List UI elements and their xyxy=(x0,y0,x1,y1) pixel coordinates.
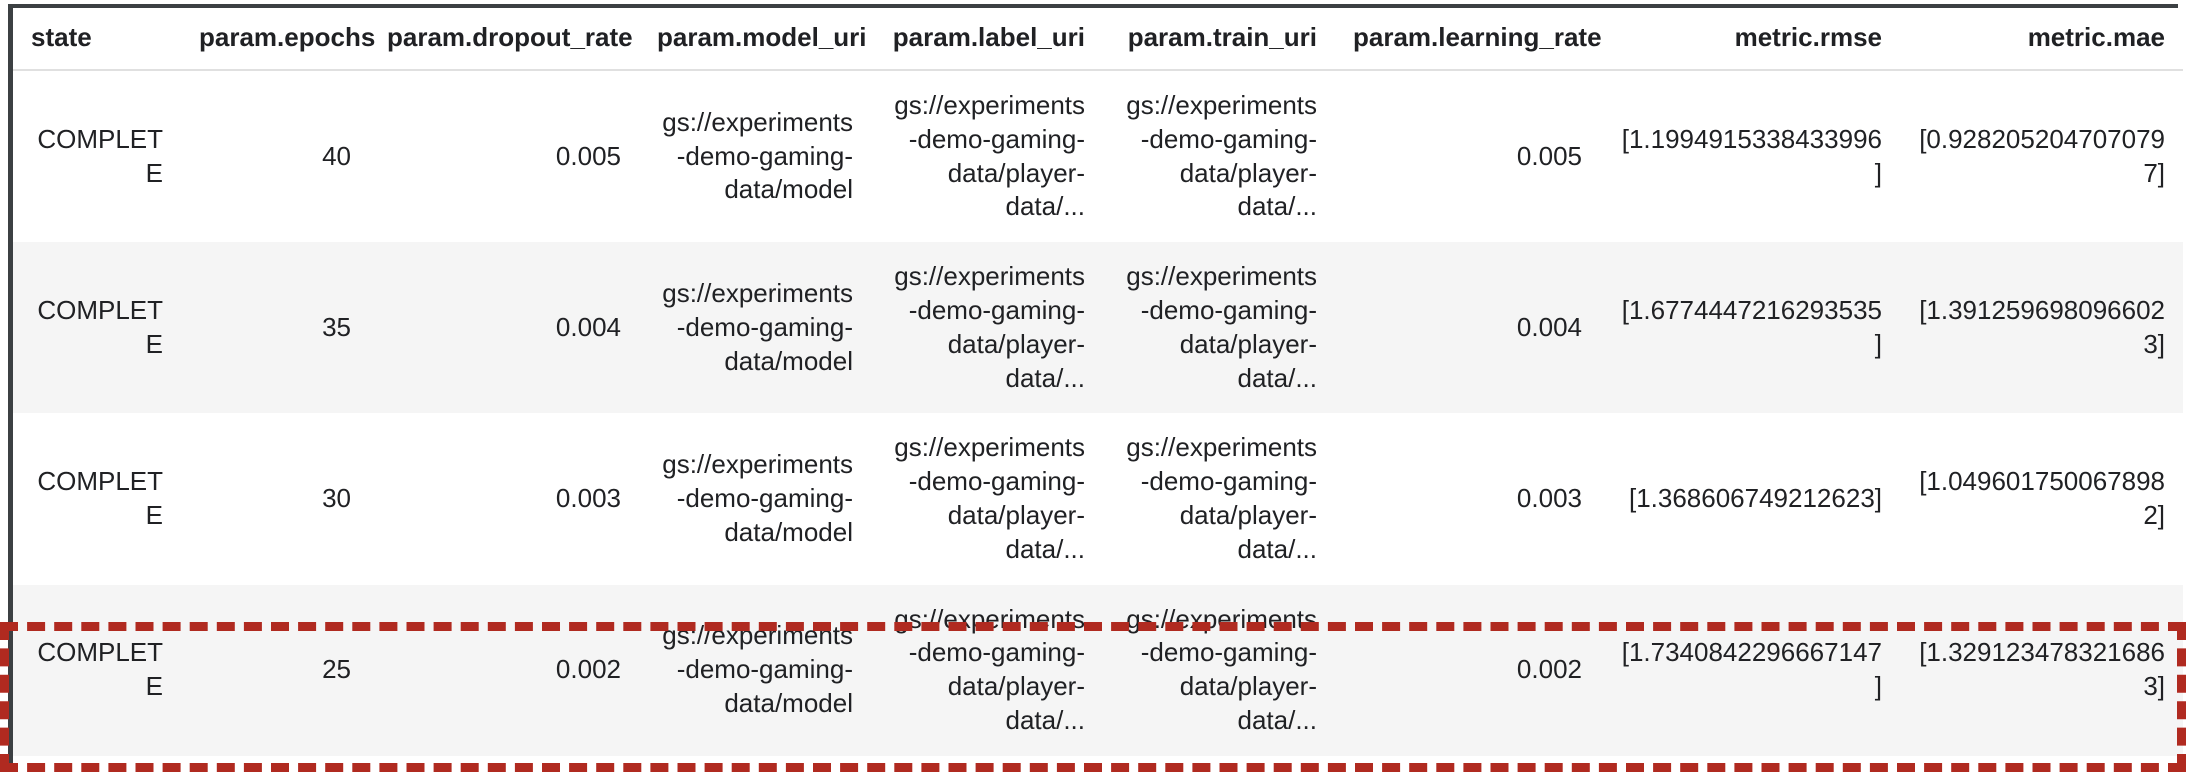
table-row[interactable]: COMPLETE 25 0.002 gs://experiments-demo-… xyxy=(13,584,2183,756)
cell-model-uri: gs://experiments-demo-gaming-data/model xyxy=(639,756,871,772)
cell-state: COMPLETE xyxy=(13,756,181,772)
cell-dropout-rate: 0.003 xyxy=(555,483,621,514)
cell-metric-rmse: [1.368606749212623] xyxy=(1628,483,1882,514)
cell-model-uri: gs://experiments-demo-gaming-data/model xyxy=(662,106,853,205)
cell-metric-mae: [1.3912596980966023] xyxy=(1919,294,2165,359)
experiment-runs-table: state param.epochs param.dropout_rate pa… xyxy=(13,8,2183,772)
cell-label-uri: gs://experiments-demo-gaming-data/player… xyxy=(894,90,1085,222)
cell-learning-rate: 0.001 xyxy=(1335,756,1600,772)
column-header-train-uri[interactable]: param.train_uri xyxy=(1103,8,1335,71)
cell-state: COMPLETE xyxy=(37,466,163,530)
column-header-label-uri[interactable]: param.label_uri xyxy=(871,8,1103,71)
cell-metric-mae: [1.3291234783216863] xyxy=(1919,637,2165,702)
column-header-learning-rate[interactable]: param.learning_rate xyxy=(1335,8,1602,71)
cell-epochs: 25 xyxy=(322,654,351,685)
cell-label-uri: gs://experiments-demo-gaming-data/player… xyxy=(894,432,1085,564)
cell-dropout-rate: 0.002 xyxy=(555,654,621,685)
cell-epochs: 20 xyxy=(181,756,369,772)
cell-metric-rmse: [1.1994915338433996] xyxy=(1621,123,1882,188)
cell-state: COMPLETE xyxy=(37,123,163,188)
cell-metric-rmse: [1.6774447216293535] xyxy=(1621,294,1882,359)
cell-train-uri: gs://experiments-demo-gaming-data/player… xyxy=(1103,756,1335,772)
cell-dropout-rate: 0.004 xyxy=(555,311,621,342)
cell-metric-rmse: [1.0703339726645948] xyxy=(1600,756,1900,772)
cell-state: COMPLETE xyxy=(37,294,163,359)
table-body: COMPLETE 40 0.005 gs://experiments-demo-… xyxy=(13,70,2183,772)
cell-metric-mae: [0.9282052047070797] xyxy=(1919,123,2165,188)
cell-train-uri: gs://experiments-demo-gaming-data/player… xyxy=(1126,432,1317,564)
cell-learning-rate: 0.004 xyxy=(1516,311,1582,342)
table-header: state param.epochs param.dropout_rate pa… xyxy=(13,8,2183,71)
cell-model-uri: gs://experiments-demo-gaming-data/model xyxy=(662,449,853,547)
table-row-highlighted[interactable]: COMPLETE 20 0.001 gs://experiments-demo-… xyxy=(13,755,2183,772)
table-row[interactable]: COMPLETE 30 0.003 gs://experiments-demo-… xyxy=(13,413,2183,585)
column-header-epochs[interactable]: param.epochs xyxy=(181,8,375,71)
cell-epochs: 35 xyxy=(322,311,351,342)
results-table-frame: state param.epochs param.dropout_rate pa… xyxy=(8,4,2183,772)
table-row[interactable]: COMPLETE 35 0.004 gs://experiments-demo-… xyxy=(13,242,2183,414)
cell-metric-rmse: [1.7340842296667147] xyxy=(1621,637,1882,702)
cell-dropout-rate: 0.001 xyxy=(369,756,639,772)
cell-train-uri: gs://experiments-demo-gaming-data/player… xyxy=(1126,603,1317,735)
column-header-metric-rmse[interactable]: metric.rmse xyxy=(1600,8,1900,71)
cell-dropout-rate: 0.005 xyxy=(555,140,621,171)
column-header-dropout-rate[interactable]: param.dropout_rate xyxy=(369,8,639,71)
cell-train-uri: gs://experiments-demo-gaming-data/player… xyxy=(1126,90,1317,222)
table-row[interactable]: COMPLETE 40 0.005 gs://experiments-demo-… xyxy=(13,70,2183,243)
cell-state: COMPLETE xyxy=(37,637,163,702)
cell-learning-rate: 0.005 xyxy=(1516,140,1582,171)
cell-learning-rate: 0.003 xyxy=(1516,483,1582,514)
column-header-metric-mae[interactable]: metric.mae xyxy=(1900,8,2183,71)
cell-epochs: 40 xyxy=(322,140,351,171)
table-header-row: state param.epochs param.dropout_rate pa… xyxy=(13,8,2183,71)
cell-label-uri: gs://experiments-demo-gaming-data/player… xyxy=(894,261,1085,393)
cell-model-uri: gs://experiments-demo-gaming-data/model xyxy=(662,278,853,376)
cell-label-uri: gs://experiments-demo-gaming-data/player… xyxy=(871,756,1103,772)
cell-learning-rate: 0.002 xyxy=(1516,654,1582,685)
cell-train-uri: gs://experiments-demo-gaming-data/player… xyxy=(1126,261,1317,393)
cell-epochs: 30 xyxy=(322,483,351,514)
cell-model-uri: gs://experiments-demo-gaming-data/model xyxy=(662,620,853,719)
cell-label-uri: gs://experiments-demo-gaming-data/player… xyxy=(894,603,1085,735)
cell-metric-mae: [0.8067645053795942] xyxy=(1900,756,2183,772)
screenshot-root: state param.epochs param.dropout_rate pa… xyxy=(0,0,2186,772)
cell-metric-mae: [1.0496017500678982] xyxy=(1919,466,2165,530)
column-header-model-uri[interactable]: param.model_uri xyxy=(639,8,871,71)
column-header-state[interactable]: state xyxy=(13,8,181,71)
